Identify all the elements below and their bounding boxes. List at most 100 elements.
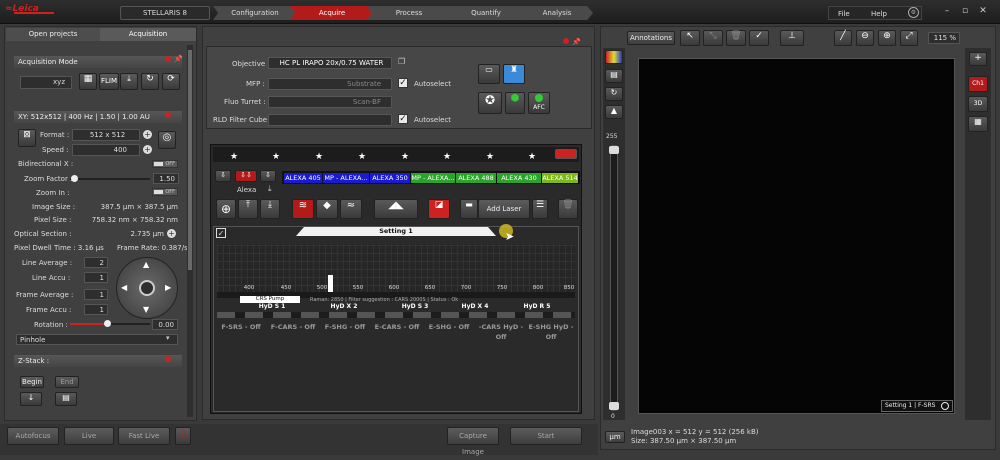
- objective-select[interactable]: HC PL IRAPO 20x/0.75 WATER: [268, 57, 392, 69]
- line-average-input[interactable]: 2: [84, 257, 108, 268]
- histogram-icon[interactable]: ▲: [605, 105, 623, 119]
- detector-hyd-x4[interactable]: HyD X 4: [450, 303, 500, 311]
- rld-autoselect-checkbox[interactable]: ✓: [398, 114, 408, 124]
- pan-down-icon[interactable]: ▼: [143, 305, 149, 314]
- star-icon[interactable]: ★: [482, 152, 498, 162]
- capture-image-button[interactable]: Capture Image: [447, 427, 499, 456]
- detector-f-cars[interactable]: F-CARS - Off: [267, 322, 319, 332]
- frame-accu-input[interactable]: 1: [84, 304, 108, 315]
- gallery-icon[interactable]: ▦: [968, 116, 988, 132]
- tab-quantify[interactable]: Quantify: [444, 6, 528, 20]
- turret-icon[interactable]: ✪: [478, 92, 502, 114]
- laser-alexa350[interactable]: ALEXA 350: [370, 173, 410, 183]
- add-icon[interactable]: ⊕: [216, 199, 236, 219]
- eraser-icon[interactable]: ◪: [428, 199, 450, 219]
- detector-f-shg[interactable]: F-SHG - Off: [319, 322, 371, 332]
- battery-icon[interactable]: [555, 149, 577, 159]
- annotations-button[interactable]: Annotations: [627, 31, 675, 45]
- channel-ch1[interactable]: Ch1: [968, 76, 988, 92]
- minimize-icon[interactable]: –: [940, 5, 954, 17]
- line-accu-input[interactable]: 1: [84, 272, 108, 283]
- overlay-circle-icon[interactable]: [941, 402, 949, 410]
- stack-icon[interactable]: ▤: [55, 392, 77, 406]
- start-button[interactable]: Start: [510, 427, 582, 445]
- list-icon[interactable]: ☰: [532, 199, 548, 219]
- ruler-icon[interactable]: ⊥: [780, 30, 804, 46]
- lamp-icon[interactable]: ♜: [503, 64, 525, 84]
- detector-hyd-x2[interactable]: HyD X 2: [319, 303, 369, 311]
- laser-icon[interactable]: ⇩: [215, 170, 231, 182]
- pinhole-dropdown[interactable]: Pinhole: [16, 334, 178, 345]
- laser-mp-alexa[interactable]: MP - ALEXA...: [323, 173, 369, 183]
- unit-button[interactable]: µm: [605, 431, 625, 443]
- fit-icon[interactable]: ⤢: [900, 30, 918, 46]
- tab-configuration[interactable]: Configuration: [213, 6, 297, 20]
- acquisition-mode-select[interactable]: xyz: [20, 76, 72, 89]
- maximize-icon[interactable]: ▫: [958, 5, 972, 17]
- intensity-slider[interactable]: [610, 145, 618, 411]
- download-icon[interactable]: ⤓: [260, 199, 280, 219]
- 3d-button[interactable]: 3D: [968, 96, 988, 112]
- laser-alexa514[interactable]: ALEXA 514: [542, 173, 578, 183]
- tab-analysis[interactable]: Analysis: [521, 6, 593, 20]
- add-icon[interactable]: +: [143, 145, 152, 154]
- setting-checkbox[interactable]: ✓: [216, 228, 226, 238]
- frame-average-input[interactable]: 1: [84, 289, 108, 300]
- zoom-level[interactable]: 115 %: [928, 32, 960, 44]
- tab-process[interactable]: Process: [367, 6, 451, 20]
- pan-right-icon[interactable]: ▶: [165, 283, 171, 292]
- zoom-in-toggle[interactable]: OFF: [152, 188, 178, 196]
- rotate-icon[interactable]: ↻: [605, 87, 623, 101]
- fast-live-button[interactable]: Fast Live: [118, 427, 170, 445]
- spectrum-icon[interactable]: ◢◣: [374, 199, 418, 219]
- grid-icon[interactable]: ▦: [79, 73, 97, 90]
- check-icon[interactable]: ✓: [749, 30, 769, 46]
- detector-hyd-s1[interactable]: HyD S 1: [247, 303, 297, 311]
- pointer-icon[interactable]: ↖: [680, 30, 700, 46]
- laser-alexa405[interactable]: ALEXA 405: [284, 173, 322, 183]
- rotation-slider-handle[interactable]: [104, 320, 111, 327]
- star-icon[interactable]: ★: [226, 152, 242, 162]
- layers-icon[interactable]: ≋: [292, 199, 314, 219]
- rotation-input[interactable]: 0.00: [152, 319, 178, 330]
- detector-e-shg[interactable]: E-SHG - Off: [423, 322, 475, 332]
- delete-icon[interactable]: 🗑: [726, 30, 746, 46]
- close-icon[interactable]: ✕: [976, 5, 990, 17]
- left-scrollbar-thumb[interactable]: [188, 50, 192, 270]
- laser-alexa488[interactable]: ALEXA 488: [456, 173, 496, 183]
- trash-icon[interactable]: 🗑: [558, 199, 578, 219]
- copy-icon[interactable]: ❐: [398, 57, 405, 66]
- add-icon[interactable]: +: [167, 229, 176, 238]
- laser-mp-alexa-green[interactable]: MP - ALEXA...: [411, 173, 455, 183]
- zoom-factor-input[interactable]: 1.50: [153, 173, 179, 184]
- detector-e-shg-hyd[interactable]: E-SHG HyD - Off: [525, 322, 577, 341]
- upload-icon[interactable]: ⤒: [238, 199, 258, 219]
- refresh-icon[interactable]: ↻: [141, 73, 159, 90]
- intensity-max-handle[interactable]: [609, 146, 619, 154]
- shield-check-icon[interactable]: ⬢: [505, 92, 525, 114]
- laser-red-icon[interactable]: ⇩⇩: [235, 170, 257, 182]
- add-channel-icon[interactable]: +: [969, 52, 987, 66]
- bidirectional-toggle[interactable]: OFF: [152, 160, 178, 168]
- arrow-down-icon[interactable]: ↓: [20, 392, 42, 406]
- pin-icon[interactable]: 📌: [174, 55, 183, 63]
- detector-f-srs[interactable]: F-SRS - Off: [215, 322, 267, 332]
- laser-config-icon[interactable]: ▬: [460, 199, 478, 219]
- end-button[interactable]: End: [55, 376, 79, 388]
- wave-icon[interactable]: ≈: [340, 199, 362, 219]
- laser-alexa430[interactable]: ALEXA 430: [497, 173, 541, 183]
- detector-hyd-s3[interactable]: HyD S 3: [390, 303, 440, 311]
- tab-acquisition[interactable]: Acquisition: [100, 28, 196, 41]
- star-icon[interactable]: ★: [311, 152, 327, 162]
- pan-up-icon[interactable]: ▲: [143, 260, 149, 269]
- gradient-icon[interactable]: ▤: [605, 69, 623, 83]
- star-icon[interactable]: ★: [439, 152, 455, 162]
- info-alert-icon[interactable]: ⓘ: [175, 427, 191, 445]
- menu-help[interactable]: Help: [871, 8, 887, 20]
- flim-button[interactable]: FLIM: [99, 73, 119, 90]
- zoom-out-icon[interactable]: ⊖: [856, 30, 874, 46]
- tab-acquire[interactable]: Acquire: [290, 6, 374, 20]
- star-icon[interactable]: ★: [397, 152, 413, 162]
- detector-e-cars[interactable]: E-CARS - Off: [371, 322, 423, 332]
- settings-icon[interactable]: ⚙: [908, 7, 919, 18]
